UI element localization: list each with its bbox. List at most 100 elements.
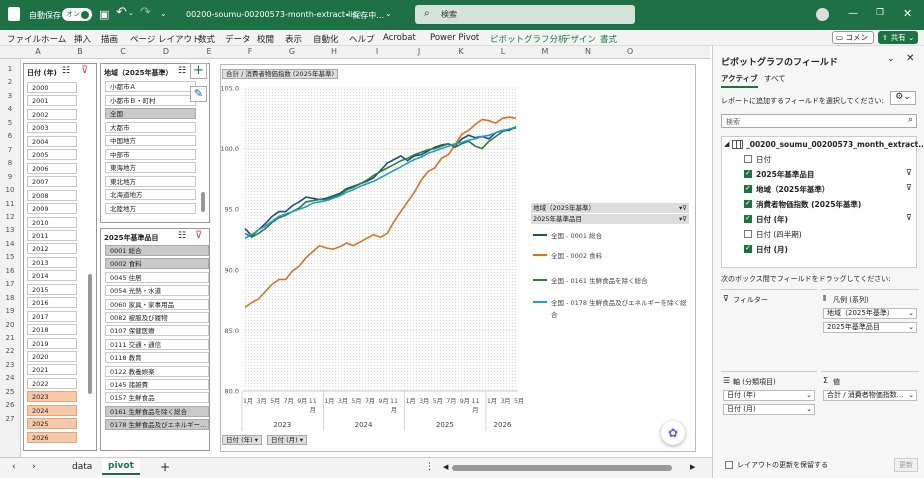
tab-page-layout[interactable]: ページ レイアウト <box>130 33 201 45</box>
row-header[interactable]: 20 <box>0 321 20 329</box>
slicer-item-entry[interactable]: 0178 生鮮食品及びエネルギー... <box>105 419 209 431</box>
edit-pen-icon[interactable]: ✎ <box>190 86 207 102</box>
slicer-year-item[interactable]: 2012 <box>27 243 77 255</box>
axis-field-year[interactable]: 日付 (年) ⌄ <box>723 390 815 401</box>
save-icon[interactable]: ▣ <box>99 8 109 21</box>
row-header[interactable]: 19 <box>0 307 20 315</box>
column-header[interactable]: E <box>204 47 214 56</box>
slicer-year-item[interactable]: 2010 <box>27 216 77 228</box>
clear-filter-icon[interactable]: ⊽ <box>195 230 202 241</box>
slicer-year-item[interactable]: 2020 <box>27 351 77 362</box>
undo-dropdown-icon[interactable]: ⌄ <box>128 9 134 17</box>
row-header[interactable]: 22 <box>0 347 20 355</box>
slicer-year-item[interactable]: 2000 <box>27 82 77 93</box>
prev-sheet-icon[interactable]: ‹ <box>12 462 16 472</box>
slicer-region-scrollbar[interactable] <box>201 192 205 212</box>
row-header[interactable]: 6 <box>0 132 20 140</box>
legend-entry[interactable]: 全国 - 0002 食料 <box>551 250 691 262</box>
clear-filter-icon[interactable]: ⊽ <box>81 65 88 76</box>
undo-icon[interactable]: ↶ <box>116 5 127 20</box>
legend-header-item[interactable]: 2025年基準品目 ▾⊽ <box>531 214 689 224</box>
row-header[interactable]: 2 <box>0 78 20 86</box>
slicer-item-entry[interactable]: 0111 交通・通信 <box>105 338 209 350</box>
column-header[interactable]: N <box>583 47 593 56</box>
slicer-year-item[interactable]: 2019 <box>27 337 77 349</box>
slicer-item-entry[interactable]: 0060 家具・家事用品 <box>105 298 209 310</box>
slicer-item-entry[interactable]: 0161 生鮮食品を除く総合 <box>105 405 209 417</box>
row-header[interactable]: 18 <box>0 294 20 302</box>
slicer-year-item[interactable]: 2003 <box>27 122 77 134</box>
tab-formulas[interactable]: 数式 <box>198 33 215 45</box>
field-checkbox[interactable] <box>744 155 752 163</box>
slicer-item-entry[interactable]: 0082 被服及び履物 <box>105 312 209 323</box>
slicer-year-item[interactable]: 2016 <box>27 297 77 309</box>
multi-select-icon[interactable]: ☷ <box>178 231 186 241</box>
tab-review[interactable]: 校閲 <box>257 33 274 45</box>
multi-select-icon[interactable]: ☷ <box>62 66 70 76</box>
slicer-year-item[interactable]: 2014 <box>27 270 77 282</box>
row-header[interactable]: 3 <box>0 92 20 100</box>
minimize-icon[interactable]: — <box>848 8 858 19</box>
column-header[interactable]: A <box>33 47 43 56</box>
row-header[interactable]: 10 <box>0 186 20 194</box>
field-checkbox[interactable] <box>744 169 752 178</box>
tab-acrobat[interactable]: Acrobat <box>383 33 416 43</box>
row-header[interactable]: 17 <box>0 280 20 288</box>
tab-file[interactable]: ファイル <box>7 33 41 45</box>
expand-icon[interactable]: ◢ <box>724 140 729 148</box>
row-header[interactable]: 4 <box>0 105 20 113</box>
field-search-input[interactable]: 検索 ⌕ <box>721 114 917 128</box>
column-header[interactable]: J <box>414 47 424 56</box>
file-menu-chevron-icon[interactable]: ⌄ <box>385 9 392 18</box>
row-header[interactable]: 15 <box>0 253 20 261</box>
field-checkbox[interactable] <box>744 214 752 223</box>
row-header[interactable]: 26 <box>0 401 20 409</box>
sheet-tab-data[interactable]: data <box>72 462 92 472</box>
column-header[interactable]: I <box>372 47 382 56</box>
slicer-item-entry[interactable]: 0002 食料 <box>105 258 209 270</box>
column-header[interactable]: H <box>329 47 339 56</box>
close-icon[interactable]: ✕ <box>903 7 912 20</box>
legend-area[interactable]: ⦀ 凡例 (系列) 地域（2025年基準） ⌄ 2025年基準品目 ⌄ <box>821 289 919 367</box>
tab-help[interactable]: ヘルプ <box>349 33 375 45</box>
legend-header-region[interactable]: 地域（2025年基準） ▾⊽ <box>531 203 689 213</box>
slicer-year-item[interactable]: 2026 <box>27 431 77 443</box>
search-box[interactable]: ⌕ 検索 <box>415 5 635 24</box>
row-header[interactable]: 12 <box>0 213 20 221</box>
row-header[interactable]: 11 <box>0 200 20 208</box>
slicer-year-item[interactable]: 2018 <box>27 324 77 336</box>
slicer-region-item[interactable]: 大都市 <box>105 121 196 133</box>
slicer-year-item[interactable]: 2008 <box>27 189 77 201</box>
field-filter-icon[interactable]: ⊽ <box>906 213 912 222</box>
tab-view[interactable]: 表示 <box>285 33 302 45</box>
slicer-year-item[interactable]: 2017 <box>27 310 77 322</box>
row-header[interactable]: 25 <box>0 388 20 396</box>
axis-field-button-month[interactable]: 日付 (月) ▾ <box>267 435 307 445</box>
row-header[interactable]: 7 <box>0 146 20 154</box>
slicer-year-item[interactable]: 2013 <box>27 256 77 268</box>
row-header[interactable]: 27 <box>0 415 20 423</box>
legend-entry[interactable]: 全国 - 0001 総合 <box>551 230 691 242</box>
slicer-year-item[interactable]: 2011 <box>27 229 77 241</box>
column-header[interactable]: G <box>287 47 297 56</box>
account-avatar-icon[interactable] <box>816 8 829 21</box>
slicer-year-item[interactable]: 2009 <box>27 203 77 215</box>
pane-options-chevron-icon[interactable]: ⌄ <box>887 54 895 64</box>
slicer-item-entry[interactable]: 0118 教育 <box>105 352 209 364</box>
slicer-region-item[interactable]: 北海道地方 <box>105 189 196 200</box>
more-icon[interactable]: ⌄ <box>160 9 167 18</box>
row-header[interactable]: 1 <box>0 65 20 73</box>
column-header[interactable]: F <box>245 47 255 56</box>
copilot-button-icon[interactable]: ✿ <box>661 421 685 445</box>
horizontal-scrollbar[interactable] <box>452 465 672 471</box>
tab-pivotchart-analyze[interactable]: ピボットグラフ分析 <box>490 33 567 45</box>
update-button[interactable]: 更新 <box>894 458 918 472</box>
field-checkbox[interactable] <box>744 184 752 193</box>
column-header[interactable]: B <box>75 47 85 56</box>
legend-entry[interactable]: 全国 - 0161 生鮮食品を除く総合 <box>551 275 691 287</box>
tab-active[interactable]: アクティブ <box>721 73 758 88</box>
multi-select-icon[interactable]: ☷ <box>178 66 186 76</box>
values-area[interactable]: Σ 値 合計 / 消費者物価指数... ⌄ <box>821 371 919 469</box>
slicer-year-item[interactable]: 2024 <box>27 404 77 416</box>
pane-close-icon[interactable]: ✕ <box>906 53 914 64</box>
